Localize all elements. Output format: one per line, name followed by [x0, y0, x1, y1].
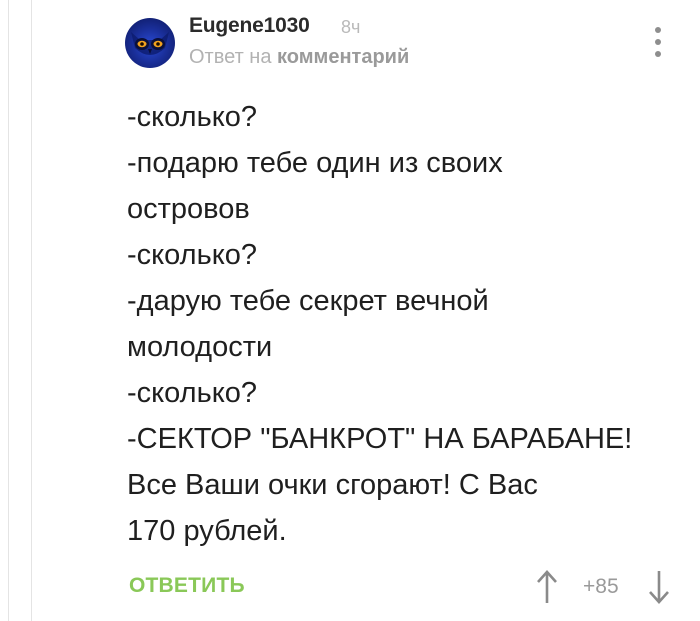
comment-line: -сколько?	[127, 101, 257, 133]
owl-avatar-icon	[131, 32, 169, 55]
author-name[interactable]: Eugene1030	[189, 14, 310, 38]
comment-line: Все Ваши очки сгорают! С Вас	[127, 469, 538, 501]
comment-line: -сколько?	[127, 377, 257, 409]
menu-dot	[655, 27, 661, 33]
arrow-up-icon[interactable]	[536, 569, 558, 605]
reply-to-line: Ответ на комментарий	[189, 46, 409, 69]
comment-line: островов	[127, 193, 250, 225]
comment-body: -сколько? -подарю тебе один из своих ост…	[127, 94, 672, 554]
reply-button[interactable]: ОТВЕТИТЬ	[129, 574, 245, 598]
more-vertical-icon[interactable]	[652, 27, 664, 57]
comment-line: -дарую тебе секрет вечной	[127, 285, 489, 317]
avatar[interactable]	[125, 18, 175, 68]
reply-prefix: Ответ на	[189, 46, 272, 68]
thread-line	[31, 0, 32, 621]
reply-target-link[interactable]: комментарий	[277, 46, 409, 68]
thread-line	[8, 0, 9, 621]
comment-line: -СЕКТОР "БАНКРОТ" НА БАРАБАНЕ!	[127, 423, 633, 455]
comment-line: 170 рублей.	[127, 515, 287, 547]
menu-dot	[655, 39, 661, 45]
arrow-down-icon[interactable]	[648, 569, 670, 605]
rating-count: +85	[583, 575, 619, 598]
comment-line: -сколько?	[127, 239, 257, 271]
comment-line: молодости	[127, 331, 273, 363]
menu-dot	[655, 51, 661, 57]
comment-time: 8ч	[341, 17, 361, 37]
comment-line: -подарю тебе один из своих	[127, 147, 503, 179]
